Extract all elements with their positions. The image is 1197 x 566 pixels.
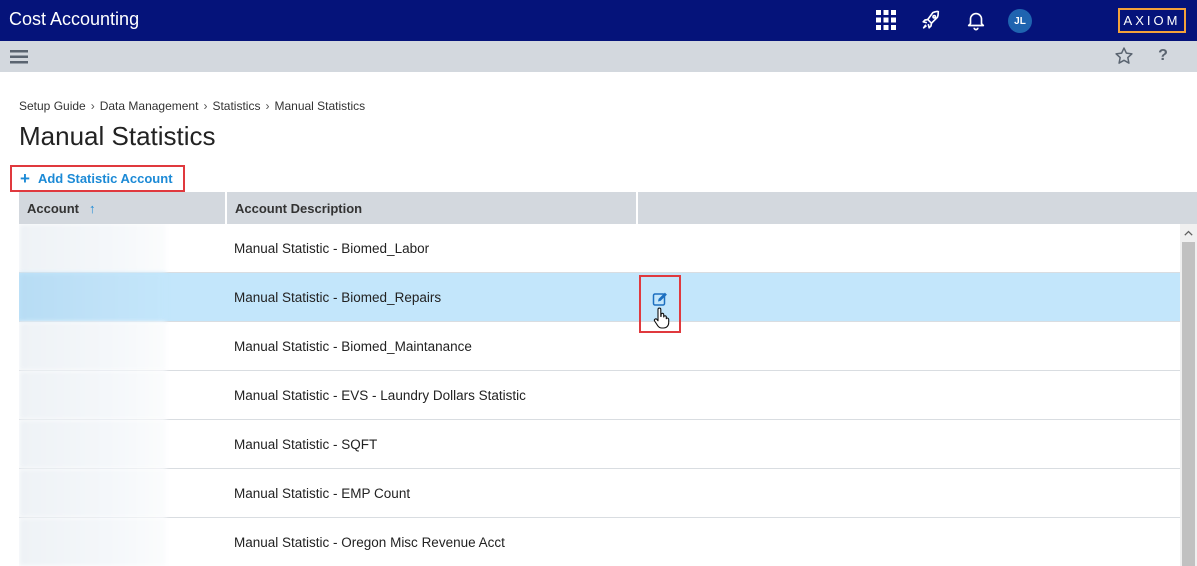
grid-body: Manual Statistic - Biomed_Labor Manual S… [19, 224, 1180, 566]
sort-ascending-icon: ↑ [89, 200, 96, 216]
app-title: Cost Accounting [9, 9, 140, 29]
account-cell-blurred [19, 322, 166, 370]
top-nav-bar: Cost Accounting JL AXIOM [0, 0, 1197, 41]
question-mark-icon[interactable]: ? [1155, 46, 1171, 66]
account-cell-blurred [19, 371, 166, 419]
user-avatar[interactable]: JL [1008, 9, 1032, 33]
add-statistic-account-button[interactable]: + Add Statistic Account [10, 165, 185, 192]
bell-icon[interactable] [964, 8, 988, 32]
table-row[interactable]: Manual Statistic - Oregon Misc Revenue A… [19, 518, 1180, 566]
page-title: Manual Statistics [19, 121, 216, 151]
table-row[interactable]: Manual Statistic - EMP Count [19, 469, 1180, 518]
column-header-account-description[interactable]: Account Description [227, 192, 638, 224]
account-cell-blurred [19, 518, 166, 566]
column-header-actions [638, 192, 1197, 224]
account-description-cell: Manual Statistic - Biomed_Repairs [234, 289, 442, 305]
grid-header: Account ↑ Account Description [19, 192, 1197, 224]
column-header-description-label: Account Description [235, 200, 363, 216]
hamburger-icon[interactable] [10, 49, 28, 65]
breadcrumb-statistics[interactable]: Statistics [212, 99, 260, 113]
table-row[interactable]: Manual Statistic - EVS - Laundry Dollars… [19, 371, 1180, 420]
account-description-cell: Manual Statistic - SQFT [234, 436, 378, 452]
hand-pointer-icon [653, 307, 670, 329]
breadcrumb-current: Manual Statistics [274, 99, 366, 113]
secondary-toolbar: ? [0, 41, 1197, 72]
edit-action-highlight [639, 275, 681, 333]
account-cell-blurred [19, 420, 166, 468]
chevron-right-icon: › [203, 99, 208, 113]
rocket-icon[interactable] [919, 8, 943, 32]
vertical-scrollbar[interactable] [1180, 224, 1197, 566]
account-description-cell: Manual Statistic - Biomed_Labor [234, 240, 430, 256]
edit-icon[interactable] [652, 291, 668, 307]
table-row[interactable]: Manual Statistic - Biomed_Labor [19, 224, 1180, 273]
scrollbar-thumb[interactable] [1182, 242, 1195, 566]
breadcrumb-data-management[interactable]: Data Management [100, 99, 199, 113]
table-row[interactable]: Manual Statistic - Biomed_Maintanance [19, 322, 1180, 371]
column-header-account[interactable]: Account ↑ [19, 192, 227, 224]
account-cell-blurred [19, 224, 166, 272]
chevron-right-icon: › [265, 99, 270, 113]
star-icon[interactable] [1114, 46, 1134, 66]
chevron-up-icon[interactable] [1180, 224, 1197, 241]
chevron-right-icon: › [90, 99, 95, 113]
grid-icon[interactable] [874, 8, 898, 32]
account-description-cell: Manual Statistic - Oregon Misc Revenue A… [234, 534, 505, 550]
account-cell-blurred [19, 469, 166, 517]
breadcrumb: Setup Guide › Data Management › Statisti… [19, 99, 365, 113]
add-statistic-account-label: Add Statistic Account [37, 171, 173, 186]
table-row-selected[interactable]: Manual Statistic - Biomed_Repairs [19, 273, 1180, 322]
axiom-logo: AXIOM [1118, 8, 1186, 33]
column-header-account-label: Account [27, 200, 79, 216]
table-row[interactable]: Manual Statistic - SQFT [19, 420, 1180, 469]
plus-icon: + [20, 169, 30, 188]
account-description-cell: Manual Statistic - EVS - Laundry Dollars… [234, 387, 526, 403]
account-cell-blurred [19, 273, 166, 321]
account-description-cell: Manual Statistic - Biomed_Maintanance [234, 338, 472, 354]
breadcrumb-setup-guide[interactable]: Setup Guide [19, 99, 86, 113]
account-description-cell: Manual Statistic - EMP Count [234, 485, 411, 501]
